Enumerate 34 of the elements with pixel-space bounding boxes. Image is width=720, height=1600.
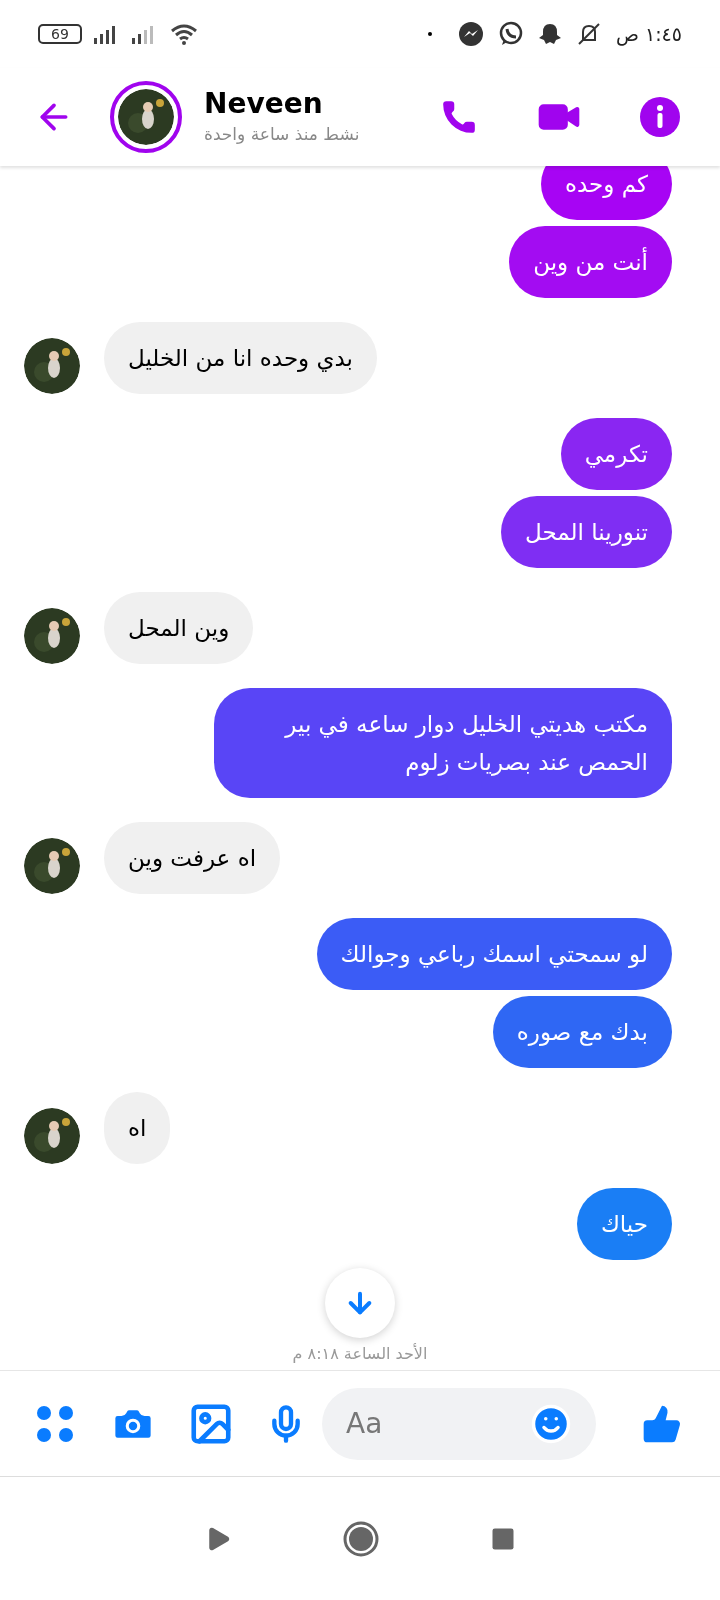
- battery-icon: 69: [38, 24, 82, 44]
- clock-time: ١:٤٥ ص: [615, 21, 682, 48]
- wifi-icon: [170, 23, 198, 45]
- sent-message: مكتب هديتي الخليل دوار ساعه في بير الحمص عند بصريات زلوم: [214, 688, 672, 798]
- received-message: اه عرفت وين: [104, 822, 281, 894]
- emoji-icon[interactable]: [530, 1402, 572, 1445]
- sent-message: أنت من وين: [509, 226, 672, 298]
- message-field[interactable]: Aa: [322, 1387, 596, 1460]
- sent-message: تكرمي: [560, 418, 672, 490]
- sent-message: كم وحده: [541, 166, 672, 220]
- ghost-icon: [537, 22, 562, 46]
- message-input[interactable]: Aa: [346, 1402, 530, 1445]
- scroll-down-button[interactable]: [325, 1268, 395, 1338]
- phone-icon[interactable]: [440, 98, 478, 136]
- contact-avatar: [24, 838, 80, 894]
- received-message: وين المحل: [104, 592, 254, 664]
- apps-icon[interactable]: [36, 1404, 74, 1443]
- info-icon[interactable]: [640, 97, 680, 137]
- received-message: بدي وحده انا من الخليل: [104, 322, 377, 394]
- active-status: نشط منذ ساعة واحدة: [204, 123, 360, 147]
- received-message: اه: [104, 1092, 171, 1164]
- contact-name: Neveen: [204, 86, 324, 123]
- sent-message: لو سمحتي اسمك رباعي وجوالك: [316, 918, 672, 990]
- sent-message: تنورينا المحل: [501, 496, 672, 568]
- timestamp: الأحد الساعة ٨:١٨ م: [292, 1342, 428, 1365]
- home-nav-icon[interactable]: [343, 1520, 379, 1557]
- profile-avatar: [118, 89, 174, 145]
- messenger-icon: [457, 21, 484, 47]
- contact-avatar: [24, 608, 80, 664]
- contact-avatar: [24, 338, 80, 394]
- contact-avatar: [24, 1108, 80, 1164]
- whatsapp-icon: [497, 21, 524, 47]
- sent-message: بدك مع صوره: [492, 996, 672, 1068]
- sent-message: حياك: [576, 1188, 672, 1260]
